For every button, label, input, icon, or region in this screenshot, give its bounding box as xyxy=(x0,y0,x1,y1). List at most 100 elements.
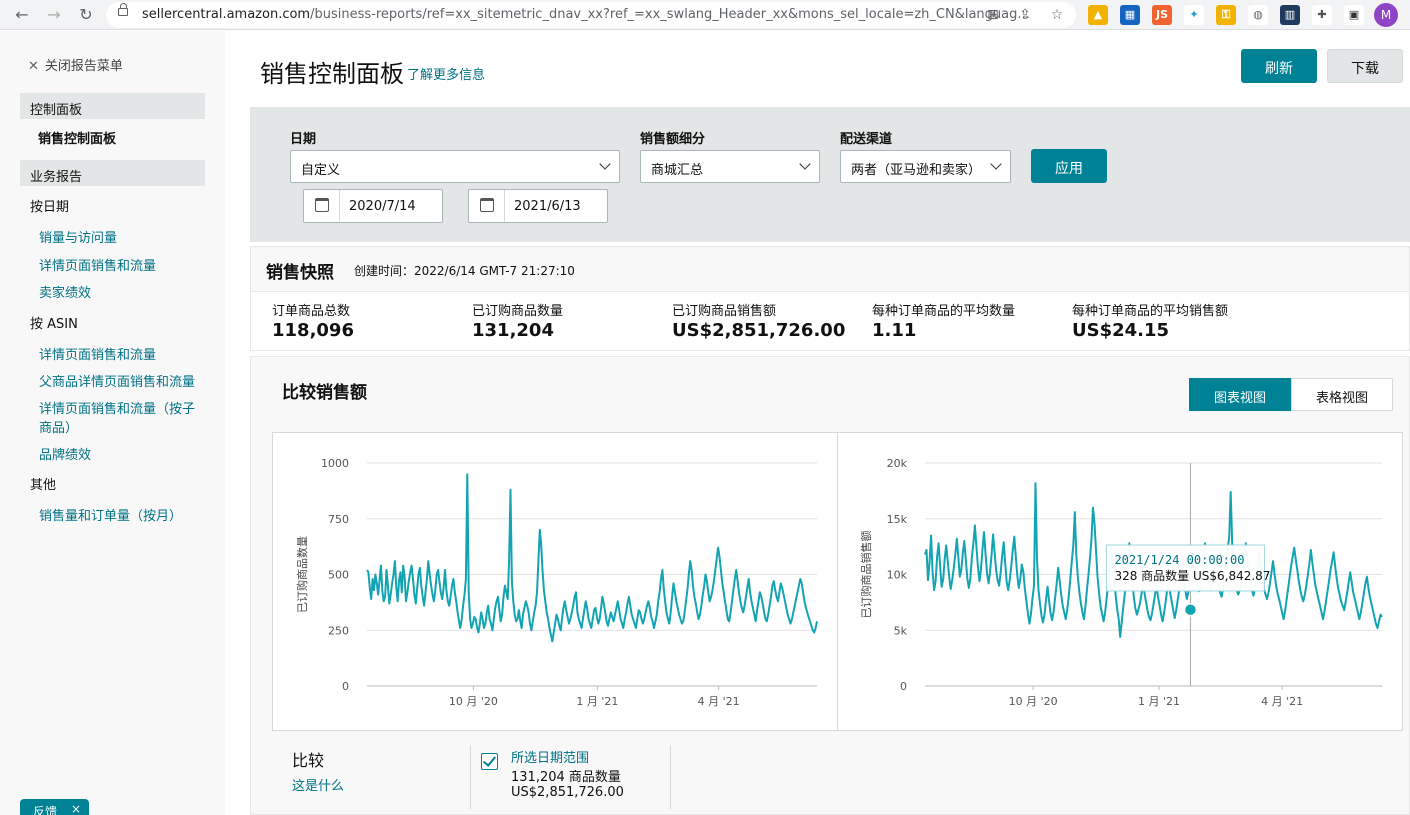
x-tick-label: 10 月 '20 xyxy=(449,695,498,708)
sidebar-item-child-asin[interactable]: 详情页面销售和流量（按子商品） xyxy=(39,400,204,438)
metric-avg-units-per-item: 每种订单商品的平均数量 1.11 xyxy=(872,304,1016,341)
divider xyxy=(470,745,471,809)
calendar-icon xyxy=(480,198,494,212)
x-tick-label: 1 月 '21 xyxy=(1138,695,1180,708)
download-button[interactable]: 下载 xyxy=(1327,49,1403,83)
sidebar-group-other: 其他 xyxy=(30,478,57,493)
extensions-puzzle-icon[interactable]: ✚ xyxy=(1312,5,1332,25)
forward-icon[interactable]: → xyxy=(42,3,66,27)
feedback-close-icon[interactable]: × xyxy=(71,802,81,815)
metric-total-order-items: 订单商品总数 118,096 xyxy=(272,304,354,341)
selected-range-checkbox[interactable] xyxy=(481,753,498,770)
x-tick-label: 1 月 '21 xyxy=(576,695,618,708)
bookmark-star-icon[interactable]: ☆ xyxy=(1048,6,1066,24)
start-date-picker[interactable]: 2020/7/14 xyxy=(303,189,443,223)
lock-icon xyxy=(118,3,128,16)
learn-more-link[interactable]: 了解更多信息 xyxy=(407,64,485,83)
share-icon[interactable]: ⇪ xyxy=(1016,6,1034,24)
compare-sales-card: 比较销售额 图表视图 表格视图 0 250 500 750 1000 10 月 '20 1 … xyxy=(250,356,1410,815)
address-bar[interactable]: sellercentral.amazon.com/business-report… xyxy=(106,2,1076,28)
date-range-select[interactable]: 自定义 xyxy=(290,150,620,183)
date-label: 日期 xyxy=(290,132,317,147)
page-title: 销售控制面板 xyxy=(260,60,404,88)
sidebar-item-parent-asin[interactable]: 父商品详情页面销售和流量 xyxy=(39,373,204,392)
selected-range-units: 131,204 商品数量 xyxy=(511,770,621,785)
sales-snapshot-metrics: 订单商品总数 118,096 已订购商品数量 131,204 已订购商品销售额 … xyxy=(250,292,1410,351)
compare-sales-title: 比较销售额 xyxy=(282,383,367,403)
sidebar-item-sales-dashboard[interactable]: 销售控制面板 xyxy=(38,128,116,147)
extension-lock-icon[interactable]: ▲ xyxy=(1088,5,1108,25)
y-axis-title: 已订购商品数量 xyxy=(295,536,309,613)
back-icon[interactable]: ← xyxy=(10,3,34,27)
sidebar-section-dashboard: 控制面板 xyxy=(20,93,205,119)
hover-point xyxy=(1183,602,1198,617)
sidebar-item-asin-detail-page[interactable]: 详情页面销售和流量 xyxy=(39,346,204,365)
tooltip-value: 328 商品数量 US$6,842.87 xyxy=(1114,568,1270,583)
sidebar-item-detail-page-sales[interactable]: 详情页面销售和流量 xyxy=(39,257,204,276)
side-panel-icon[interactable]: ▣ xyxy=(1344,5,1364,25)
tooltip-box xyxy=(1105,544,1265,592)
metric-ordered-product-sales: 已订购商品销售额 US$2,851,726.00 xyxy=(672,304,846,341)
sidebar-item-brand-performance[interactable]: 品牌绩效 xyxy=(39,446,204,465)
selected-range-label[interactable]: 所选日期范围 xyxy=(511,747,589,766)
y-tick-label: 20k xyxy=(887,457,908,470)
sidebar-section-business-reports: 业务报告 xyxy=(20,160,205,186)
metric-avg-sales-per-item: 每种订单商品的平均销售额 US$24.15 xyxy=(1072,304,1229,341)
selected-range-sales: US$2,851,726.00 xyxy=(511,785,624,800)
extension-chart-icon[interactable]: ▥ xyxy=(1280,5,1300,25)
y-axis-title: 已订购商品销售额 xyxy=(859,531,873,619)
extension-js-icon[interactable]: JS xyxy=(1152,5,1172,25)
y-tick-label: 10k xyxy=(887,569,908,582)
units-ordered-chart[interactable]: 0 250 500 750 1000 10 月 '20 1 月 '21 4 月 '21 已订购商… xyxy=(273,433,837,730)
end-date-picker[interactable]: 2021/6/13 xyxy=(468,189,608,223)
whats-this-link[interactable]: 这是什么 xyxy=(292,775,344,794)
charts-container: 0 250 500 750 1000 10 月 '20 1 月 '21 4 月 '21 已订购商… xyxy=(272,432,1403,731)
extension-globe-icon[interactable]: ◍ xyxy=(1248,5,1268,25)
close-report-menu-link[interactable]: ✕ 关闭报告菜单 xyxy=(28,55,123,74)
extension-grid-icon[interactable]: ▦ xyxy=(1120,5,1140,25)
calendar-icon xyxy=(315,198,329,212)
divider xyxy=(670,745,671,809)
x-tick-label: 4 月 '21 xyxy=(1261,695,1303,708)
breakdown-label: 销售额细分 xyxy=(640,132,706,147)
translate-icon[interactable]: ⊞ xyxy=(984,6,1002,24)
compare-label: 比较 xyxy=(292,751,325,770)
y-tick-label: 0 xyxy=(342,680,349,693)
series-line xyxy=(366,473,818,643)
chevron-down-icon xyxy=(990,158,1002,170)
sidebar-group-by-date: 按日期 xyxy=(30,200,70,215)
x-tick-label: 4 月 '21 xyxy=(698,695,740,708)
ordered-sales-chart[interactable]: 0 5k 10k 15k 20k 10 月 '20 1 月 '21 4 月 '21 已订购商品销… xyxy=(838,433,1402,730)
reload-icon[interactable]: ↻ xyxy=(74,3,98,27)
breakdown-select[interactable]: 商城汇总 xyxy=(640,150,820,183)
profile-avatar[interactable]: M xyxy=(1374,3,1398,27)
snapshot-created-time: 创建时间：2022/6/14 GMT-7 21:27:10 xyxy=(354,264,575,278)
filter-panel: 日期 自定义 2020/7/14 2021/6/13 销售额细分 商城汇总 配送… xyxy=(250,107,1410,242)
url-text: sellercentral.amazon.com/business-report… xyxy=(142,7,1030,22)
y-tick-label: 1000 xyxy=(321,457,349,470)
chevron-down-icon xyxy=(599,158,611,170)
close-icon: ✕ xyxy=(28,59,39,74)
feedback-tab[interactable]: 反馈 × xyxy=(20,799,89,815)
report-sidebar: ✕ 关闭报告菜单 控制面板 销售控制面板 业务报告 按日期 销量与访问量 详情页面… xyxy=(0,31,225,815)
sidebar-group-by-asin: 按 ASIN xyxy=(30,317,78,332)
table-view-tab[interactable]: 表格视图 xyxy=(1291,378,1393,411)
browser-toolbar: ← → ↻ sellercentral.amazon.com/business-… xyxy=(0,0,1410,30)
metric-units-ordered: 已订购商品数量 131,204 xyxy=(472,304,564,341)
y-tick-label: 500 xyxy=(328,569,349,582)
sidebar-item-monthly-sales[interactable]: 销售量和订单量（按月） xyxy=(39,507,204,526)
fulfillment-channel-label: 配送渠道 xyxy=(840,132,893,147)
sidebar-item-sales-traffic[interactable]: 销量与访问量 xyxy=(39,229,204,248)
extension-key-icon[interactable]: ⚿ xyxy=(1216,5,1236,25)
extension-star-icon[interactable]: ✦ xyxy=(1184,5,1204,25)
apply-button[interactable]: 应用 xyxy=(1031,149,1107,183)
fulfillment-channel-select[interactable]: 两者（亚马逊和卖家） xyxy=(840,150,1011,183)
chevron-down-icon xyxy=(799,158,811,170)
refresh-button[interactable]: 刷新 xyxy=(1241,49,1317,83)
y-tick-label: 5k xyxy=(894,624,908,637)
snapshot-title: 销售快照 xyxy=(266,263,334,283)
y-tick-label: 250 xyxy=(328,624,349,637)
sidebar-item-seller-performance[interactable]: 卖家绩效 xyxy=(39,284,204,303)
tooltip-date: 2021/1/24 00:00:00 xyxy=(1114,553,1244,567)
chart-view-tab[interactable]: 图表视图 xyxy=(1189,378,1291,411)
